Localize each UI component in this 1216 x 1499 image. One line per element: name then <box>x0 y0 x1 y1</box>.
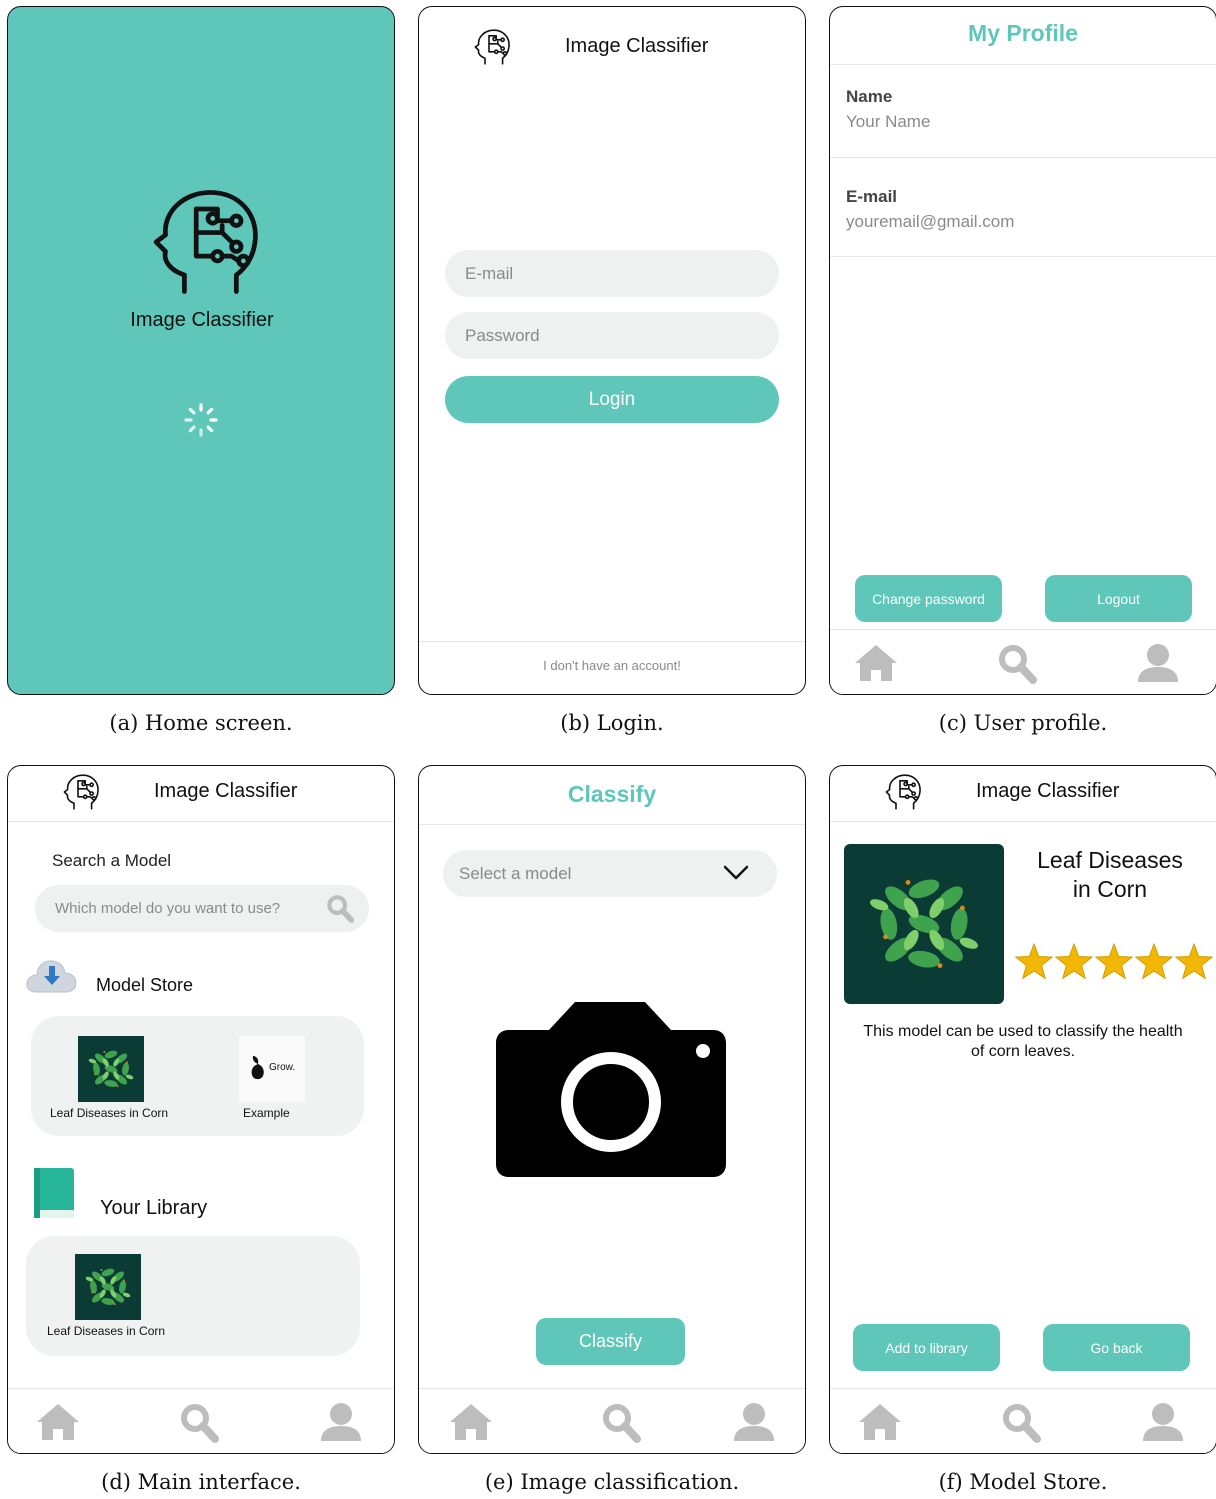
login-button[interactable]: Login <box>445 376 779 423</box>
header-divider <box>830 821 1216 822</box>
chevron-down-icon <box>723 865 749 880</box>
star-icon <box>1094 942 1134 980</box>
header-divider <box>8 821 394 822</box>
app-title: Image Classifier <box>565 35 709 57</box>
leaf-model-icon <box>78 1036 144 1102</box>
user-icon[interactable] <box>730 1401 778 1443</box>
footer-divider <box>419 641 805 642</box>
model-title-line2: in Corn <box>1072 876 1148 902</box>
search-icon[interactable] <box>993 642 1041 684</box>
profile-panel: My Profile Name Your Name E-mail yourema… <box>829 6 1216 695</box>
star-icon <box>1134 942 1174 980</box>
search-icon[interactable] <box>175 1401 223 1443</box>
model-store-card: Leaf Diseases in Corn Grow. Example <box>31 1016 364 1136</box>
camera-icon[interactable] <box>495 1000 727 1180</box>
app-title: Image Classifier <box>976 780 1120 802</box>
select-placeholder: Select a model <box>459 863 572 883</box>
logout-button[interactable]: Logout <box>1045 575 1192 622</box>
your-library-card: Leaf Diseases in Corn <box>26 1236 360 1356</box>
bottom-nav <box>830 629 1216 694</box>
model-description: This model can be used to classify the h… <box>830 1022 1216 1062</box>
email-field[interactable]: E-mail <box>445 250 779 297</box>
header-divider <box>419 824 805 825</box>
email-placeholder: E-mail <box>465 263 514 283</box>
rating-stars <box>1014 942 1214 982</box>
add-to-library-button[interactable]: Add to library <box>853 1324 1000 1371</box>
library-item-leaf-diseases[interactable]: Leaf Diseases in Corn <box>26 1236 196 1356</box>
description-line1: This model can be used to classify the h… <box>863 1023 1183 1040</box>
page-title: Classify <box>567 781 657 807</box>
cloud-download-icon <box>26 960 77 993</box>
bottom-nav <box>830 1388 1216 1453</box>
home-icon[interactable] <box>856 1401 904 1443</box>
library-item-label: Leaf Diseases in Corn <box>47 1324 166 1338</box>
search-placeholder: Which model do you want to use? <box>55 900 281 917</box>
brain-logo-icon <box>62 772 102 812</box>
model-store-panel: Image Classifier Leaf Diseases in Corn T… <box>829 765 1216 1454</box>
user-icon[interactable] <box>1139 1401 1187 1443</box>
caption-e: (e) Image classification. <box>484 1470 740 1494</box>
login-panel: Image Classifier E-mail Password Login I… <box>418 6 806 695</box>
home-icon[interactable] <box>447 1401 495 1443</box>
app-name: Image Classifier <box>130 309 274 331</box>
caption-a: (a) Home screen. <box>109 711 293 735</box>
user-icon[interactable] <box>1134 642 1182 684</box>
star-icon <box>1054 942 1094 980</box>
search-input[interactable]: Which model do you want to use? <box>35 885 369 932</box>
leaf-model-image <box>844 844 1004 1004</box>
password-field[interactable]: Password <box>445 312 779 359</box>
main-interface-panel: Image Classifier Search a Model Which mo… <box>7 765 395 1454</box>
star-icon <box>1014 942 1054 980</box>
description-line2: of corn leaves. <box>970 1043 1076 1060</box>
password-placeholder: Password <box>465 325 540 345</box>
search-icon[interactable] <box>597 1401 645 1443</box>
name-label: Name <box>846 87 893 106</box>
brain-logo-icon <box>149 183 267 301</box>
classify-button[interactable]: Classify <box>536 1318 685 1365</box>
email-label: E-mail <box>846 187 898 206</box>
star-icon <box>1174 942 1214 980</box>
classify-panel: Classify Select a model Classify <box>418 765 806 1454</box>
go-back-button[interactable]: Go back <box>1043 1324 1190 1371</box>
email-divider <box>830 256 1216 257</box>
book-icon <box>34 1168 74 1218</box>
bottom-nav <box>8 1388 394 1453</box>
caption-c: (c) User profile. <box>938 711 1108 735</box>
change-password-button[interactable]: Change password <box>855 575 1002 622</box>
app-title: Image Classifier <box>154 780 298 802</box>
store-item-label: Leaf Diseases in Corn <box>50 1106 169 1120</box>
email-value[interactable]: youremail@gmail.com <box>846 212 1014 232</box>
model-title: Leaf Diseases in Corn <box>1015 846 1205 904</box>
leaf-model-icon <box>75 1254 141 1320</box>
grow-logo-icon: Grow. <box>239 1036 305 1102</box>
home-screen-panel: Image Classifier <box>7 6 395 695</box>
search-icon[interactable] <box>997 1401 1045 1443</box>
caption-f: (f) Model Store. <box>938 1470 1108 1494</box>
brain-logo-icon <box>473 27 513 67</box>
caption-d: (d) Main interface. <box>101 1470 301 1494</box>
model-store-heading: Model Store <box>96 975 194 995</box>
search-heading: Search a Model <box>52 851 172 870</box>
store-item-leaf-diseases[interactable]: Leaf Diseases in Corn <box>31 1016 191 1136</box>
home-icon[interactable] <box>852 642 900 684</box>
bottom-nav <box>419 1388 805 1453</box>
loading-spinner-icon <box>184 403 218 437</box>
store-item-example[interactable]: Grow. Example <box>211 1016 361 1136</box>
your-library-heading: Your Library <box>100 1197 208 1219</box>
model-title-line1: Leaf Diseases <box>1037 847 1183 873</box>
header-divider <box>830 64 1216 65</box>
brain-logo-icon <box>884 772 924 812</box>
caption-b: (b) Login. <box>560 711 664 735</box>
name-divider <box>830 157 1216 158</box>
no-account-link[interactable]: I don't have an account! <box>419 658 805 673</box>
search-icon[interactable] <box>323 893 357 923</box>
name-value[interactable]: Your Name <box>846 112 930 132</box>
home-icon[interactable] <box>34 1401 82 1443</box>
model-select[interactable]: Select a model <box>443 850 777 897</box>
user-icon[interactable] <box>317 1401 365 1443</box>
store-item-label: Example <box>243 1106 290 1120</box>
page-title: My Profile <box>968 20 1078 46</box>
grow-logo-text: Grow. <box>269 1062 296 1073</box>
